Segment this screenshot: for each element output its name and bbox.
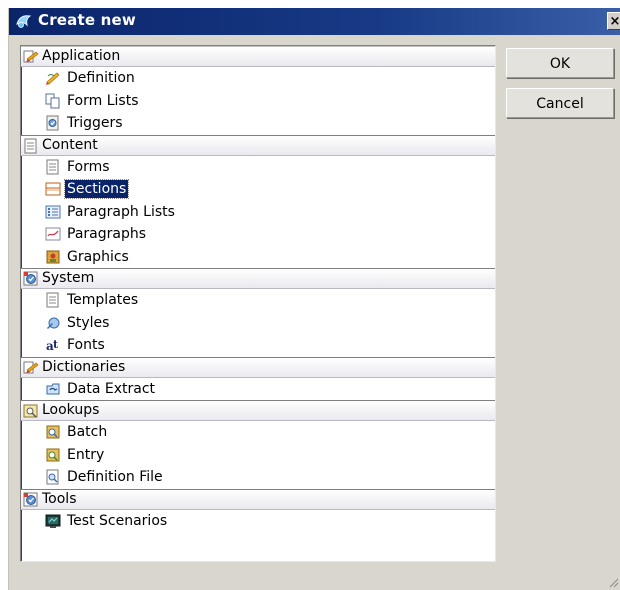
tree-item-styles[interactable]: Styles [21, 312, 495, 335]
tree-item-entry[interactable]: Entry [21, 444, 495, 467]
group-header-lookups[interactable]: Lookups [21, 400, 495, 421]
tree-item-label: Styles [67, 314, 110, 331]
group-label: Lookups [42, 402, 100, 418]
tree-item-label: Graphics [67, 248, 129, 265]
group-label: Dictionaries [42, 358, 126, 375]
cancel-button[interactable]: Cancel [506, 88, 614, 118]
sections-icon [45, 181, 61, 197]
form-lists-icon [45, 93, 61, 109]
data-extract-icon [45, 381, 61, 397]
tree-item-forms[interactable]: Forms [21, 156, 495, 179]
styles-icon [45, 315, 61, 331]
close-button[interactable]: × [607, 12, 620, 30]
tree-item-label: Test Scenarios [67, 512, 168, 529]
tree-item-fonts[interactable]: a t Fonts [21, 334, 495, 357]
resize-grip-icon[interactable] [607, 576, 619, 588]
tree-item-templates[interactable]: Templates [21, 289, 495, 312]
fonts-icon: at [45, 337, 61, 353]
tree-item-paragraph-lists[interactable]: Paragraph Lists [21, 201, 495, 224]
tree-item-label: Sections [63, 179, 130, 199]
tree-item-label: Paragraphs [67, 226, 147, 242]
tree-item-label: Templates [67, 292, 139, 308]
group-label: Tools [42, 490, 77, 507]
tree-item-form-lists[interactable]: Form Lists [21, 90, 495, 113]
group-header-dictionaries[interactable]: Dictionaries [21, 356, 495, 378]
tree-item-data-extract[interactable]: Data Extract [21, 378, 495, 401]
application-group-icon [23, 49, 39, 64]
batch-icon [45, 424, 61, 440]
tree-item-label: Definition File [67, 469, 163, 485]
tree-item-paragraphs[interactable]: Paragraphs [21, 223, 495, 246]
ok-button[interactable]: OK [506, 48, 614, 78]
tree-item-label: Data Extract [67, 380, 156, 397]
triggers-icon [45, 115, 61, 131]
group-label: Application [42, 48, 121, 64]
tools-group-icon [23, 492, 39, 507]
group-label: System [42, 270, 95, 286]
entry-icon [45, 447, 61, 463]
test-scenarios-icon [45, 513, 61, 529]
tree-item-label: Entry [67, 446, 105, 463]
forms-icon [45, 159, 61, 175]
lookups-group-icon [23, 403, 39, 418]
system-group-icon [23, 271, 39, 286]
templates-icon [45, 292, 61, 308]
create-new-dialog: Create new × Application Definition Form L… [8, 8, 620, 590]
tree-item-triggers[interactable]: Triggers [21, 112, 495, 135]
paragraphs-icon [45, 226, 61, 242]
create-new-app-icon [16, 15, 32, 28]
tree-item-label: Paragraph Lists [67, 203, 175, 220]
dictionaries-group-icon [23, 360, 39, 375]
group-label: Content [42, 136, 98, 153]
tree-item-test-scenarios[interactable]: Test Scenarios [21, 510, 495, 533]
tree-item-definition-file[interactable]: Definition File [21, 466, 495, 489]
tree-item-label: Definition [67, 70, 135, 86]
create-new-tree[interactable]: Application Definition Form Lists Triggers C… [20, 45, 496, 562]
title-bar[interactable]: Create new × [9, 8, 620, 35]
group-header-application[interactable]: Application [21, 46, 495, 67]
group-header-system[interactable]: System [21, 268, 495, 289]
tree-item-graphics[interactable]: Graphics [21, 246, 495, 269]
tree-item-label: Fonts [67, 337, 105, 353]
tree-item-definition[interactable]: Definition [21, 67, 495, 90]
tree-item-sections[interactable]: Sections [21, 178, 495, 201]
tree-item-label: Batch [67, 424, 108, 440]
definition-file-icon [45, 469, 61, 485]
paragraph-lists-icon [45, 204, 61, 220]
tree-item-label: Forms [67, 158, 110, 175]
group-header-content[interactable]: Content [21, 134, 495, 156]
content-group-icon [23, 138, 39, 153]
tree-item-label: Triggers [67, 115, 123, 131]
group-header-tools[interactable]: Tools [21, 488, 495, 510]
graphics-icon [45, 249, 61, 265]
tree-item-batch[interactable]: Batch [21, 421, 495, 444]
dialog-title: Create new [38, 11, 136, 29]
definition-icon [45, 70, 61, 86]
close-icon: × [609, 14, 620, 29]
tree-item-label: Form Lists [67, 92, 139, 109]
svg-text:t: t [53, 338, 59, 351]
